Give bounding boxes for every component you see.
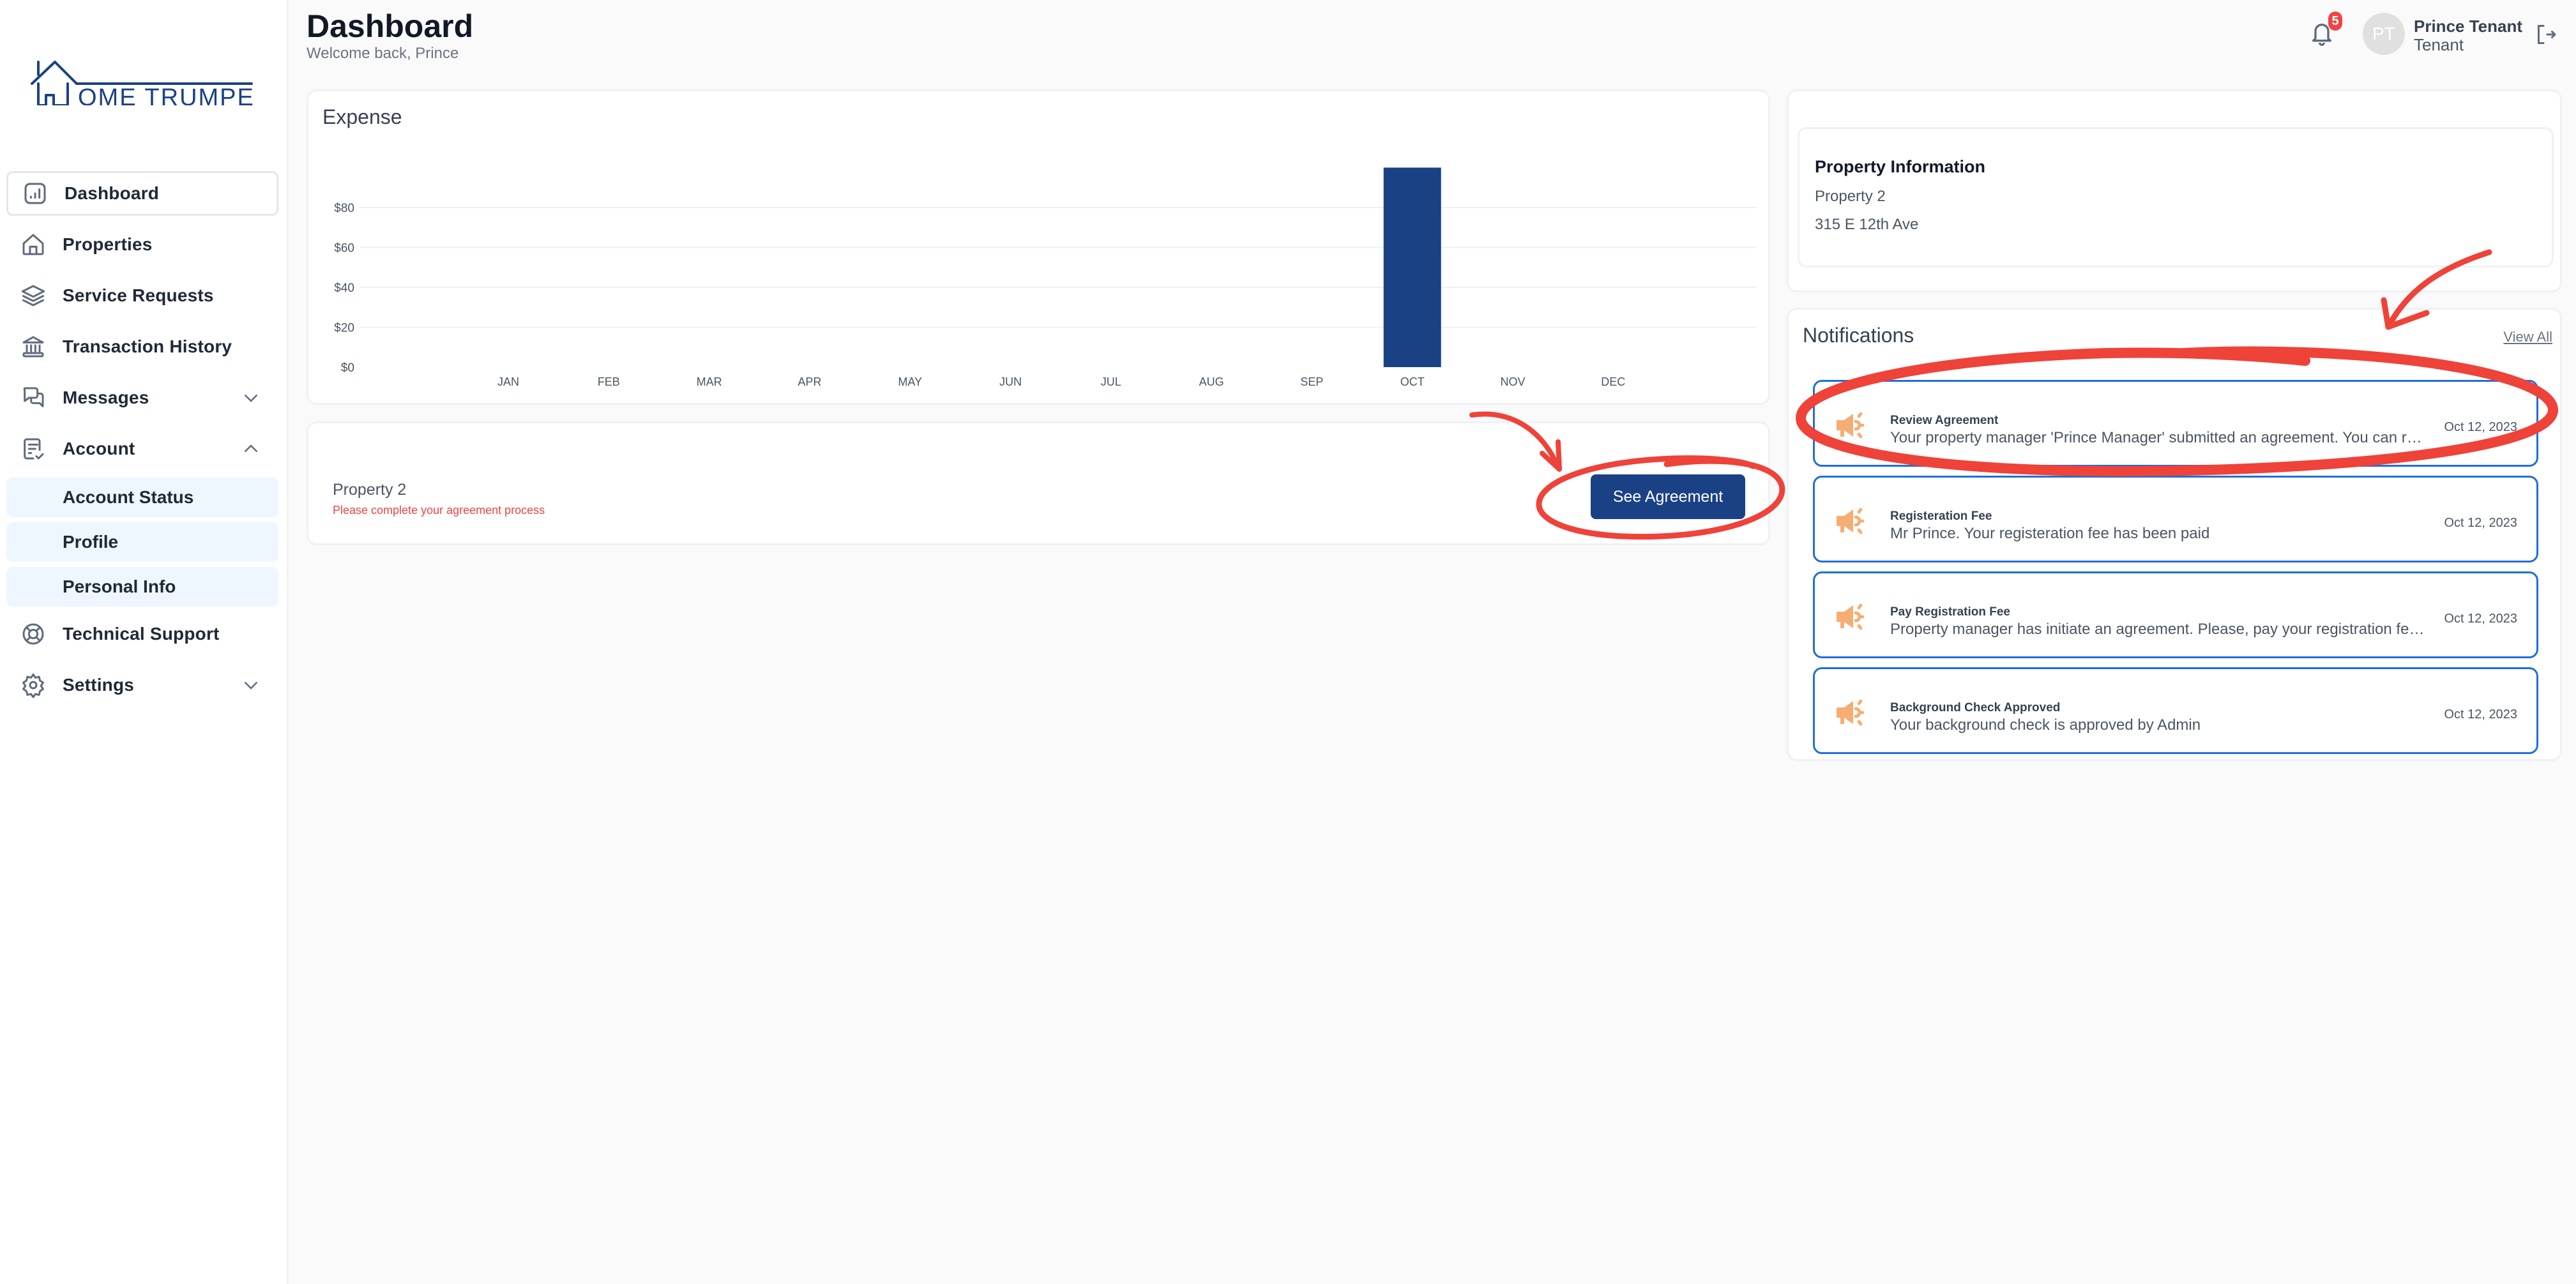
gear-icon (22, 673, 44, 698)
chat-bubbles-icon (23, 387, 44, 407)
megaphone-icon (1837, 508, 1865, 534)
layers-icon (21, 285, 45, 306)
user-name: Prince Tenant (2414, 17, 2523, 36)
sidebar-item-account[interactable]: Account (6, 427, 278, 471)
sidebar-item-label: Properties (63, 234, 153, 254)
sidebar-item-service-requests[interactable]: Service Requests (6, 273, 278, 318)
agreement-card: Property 2 Please complete your agreemen… (307, 421, 1770, 545)
sidebar-subitem-profile[interactable]: Profile (6, 522, 278, 562)
page-subtitle: Welcome back, Prince (307, 45, 459, 62)
x-tick-label: APR (798, 375, 821, 388)
sidebar-item-label: Account (63, 439, 135, 458)
notification-body: Property manager has initiate an agreeme… (1890, 621, 2427, 638)
avatar[interactable]: PT (2363, 13, 2405, 55)
sidebar-item-messages[interactable]: Messages (6, 375, 278, 420)
sidebar-item-properties[interactable]: Properties (6, 222, 278, 267)
property-info-address: 315 E 12th Ave (1815, 216, 1919, 233)
logo-text: OME TRUMPETER (78, 84, 254, 105)
sidebar-subitem-account-status[interactable]: Account Status (6, 478, 278, 517)
x-tick-label: OCT (1400, 375, 1425, 388)
notifications-title: Notifications (1803, 324, 1914, 347)
agreement-alert-message: Please complete your agreement process (333, 504, 545, 517)
notification-list: Review Agreement Your property manager '… (1813, 380, 2538, 763)
notification-item[interactable]: Background Check Approved Your backgroun… (1813, 667, 2538, 754)
megaphone-icon (1837, 603, 1865, 630)
notification-body: Your background check is approved by Adm… (1890, 716, 2201, 734)
megaphone-icon (1837, 412, 1865, 439)
chevron-up-icon (245, 444, 257, 452)
notification-item[interactable]: Review Agreement Your property manager '… (1813, 380, 2538, 467)
sidebar-item-dashboard[interactable]: Dashboard (6, 171, 278, 216)
expense-bar-chart: $0 $20 $40 $60 $80 JAN FEB MAR APR MAY JUN JUL AUG SE… (334, 167, 1757, 388)
notifications-card: Notifications View All Review Agreement … (1787, 308, 2562, 761)
notification-date: Oct 12, 2023 (2444, 420, 2517, 434)
notification-date: Oct 12, 2023 (2444, 612, 2517, 626)
property-info-panel: Property Information Property 2 315 E 12… (1798, 127, 2554, 268)
sidebar-item-technical-support[interactable]: Technical Support (6, 612, 278, 656)
bar-oct[interactable] (1383, 167, 1441, 368)
sidebar-item-label: Transaction History (63, 336, 232, 356)
home-trumpeter-logo[interactable]: OME TRUMPETER (31, 54, 254, 105)
page-title: Dashboard (307, 8, 474, 44)
y-tick-label: $80 (334, 202, 354, 215)
see-agreement-button[interactable]: See Agreement (1591, 474, 1745, 519)
x-tick-label: JAN (497, 375, 519, 388)
x-tick-label: FEB (598, 375, 620, 388)
sidebar-item-label: Service Requests (63, 285, 214, 305)
sidebar-item-settings[interactable]: Settings (6, 663, 278, 707)
user-role: Tenant (2414, 35, 2464, 54)
notification-title: Registeration Fee (1890, 510, 1992, 523)
chevron-down-icon (245, 395, 257, 402)
notification-date: Oct 12, 2023 (2444, 516, 2517, 530)
sidebar-item-label: Technical Support (63, 624, 220, 644)
property-info-card: Property Information Property 2 315 E 12… (1787, 89, 2562, 292)
sidebar-subitem-personal-info[interactable]: Personal Info (6, 567, 278, 607)
sidebar-subitem-label: Personal Info (63, 577, 176, 596)
sidebar-nav: Dashboard Properties Service Requests Tr… (6, 171, 278, 714)
megaphone-icon (1837, 699, 1865, 726)
x-tick-label: DEC (1601, 375, 1625, 388)
x-tick-label: MAR (697, 375, 722, 388)
x-tick-label: MAY (898, 375, 922, 388)
notification-item[interactable]: Pay Registration Fee Property manager ha… (1813, 571, 2538, 658)
x-tick-label: SEP (1300, 375, 1323, 388)
bank-icon (22, 336, 44, 358)
chevron-down-icon (245, 682, 257, 690)
notification-date: Oct 12, 2023 (2444, 707, 2517, 721)
y-tick-label: $40 (334, 282, 354, 295)
notification-title: Review Agreement (1890, 414, 1999, 427)
logout-icon[interactable] (2534, 23, 2557, 46)
property-info-title: Property Information (1815, 157, 1986, 176)
view-all-link[interactable]: View All (2503, 329, 2552, 345)
y-tick-label: $0 (341, 361, 354, 375)
y-tick-label: $60 (334, 242, 354, 255)
sidebar-item-label: Messages (63, 388, 149, 407)
sidebar-subitem-label: Profile (63, 532, 119, 552)
house-icon (22, 234, 44, 255)
header-user-area: 5 PT Prince Tenant Tenant (2269, 0, 2576, 70)
property-info-name: Property 2 (1815, 188, 1886, 205)
notification-title: Pay Registration Fee (1890, 605, 2010, 619)
lifebuoy-icon (22, 623, 44, 645)
sidebar: OME TRUMPETER Dashboard Properties Servi… (0, 0, 289, 1284)
x-tick-label: NOV (1500, 375, 1525, 388)
notification-title: Background Check Approved (1890, 701, 2061, 714)
x-tick-label: AUG (1199, 375, 1224, 388)
sidebar-item-label: Settings (63, 675, 135, 695)
agreement-property-name: Property 2 (333, 481, 407, 499)
sidebar-item-label: Dashboard (64, 183, 160, 203)
x-tick-label: JUL (1101, 375, 1121, 388)
notification-body: Your property manager 'Prince Manager' s… (1890, 429, 2427, 446)
sidebar-item-transaction-history[interactable]: Transaction History (6, 324, 278, 369)
y-tick-label: $20 (334, 322, 354, 335)
notification-item[interactable]: Registeration Fee Mr Prince. Your regist… (1813, 476, 2538, 563)
notification-body: Mr Prince. Your registeration fee has be… (1890, 525, 2210, 542)
sidebar-subitem-label: Account Status (63, 487, 194, 507)
document-check-icon (24, 438, 44, 460)
expense-card: Expense $0 $20 $40 $60 $80 JAN FEB MAR APR MAY JUN… (307, 89, 1770, 405)
chart-square-icon (24, 183, 46, 204)
notification-count-badge: 5 (2328, 11, 2342, 31)
x-tick-label: JUN (999, 375, 1022, 388)
